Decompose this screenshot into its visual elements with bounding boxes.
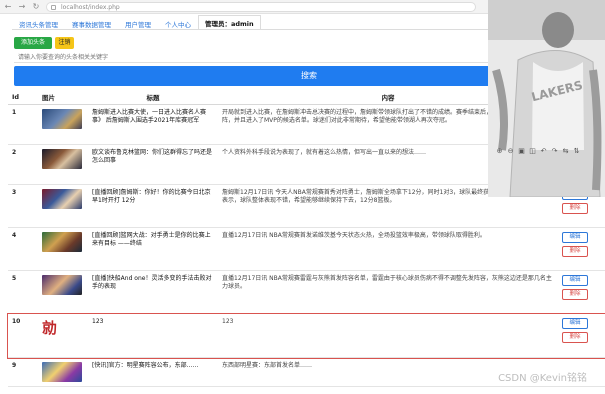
delete-button[interactable]: 删除	[562, 246, 588, 257]
tab-user-admin[interactable]: 用户管理	[118, 16, 158, 29]
news-thumbnail[interactable]	[42, 232, 82, 252]
header-id: Id	[8, 90, 38, 105]
table-row-highlighted: 10 勍 123 123 编辑 删除	[7, 312, 605, 359]
fit-icon[interactable]: ▣	[518, 148, 525, 155]
row-id: 10	[8, 313, 38, 358]
back-icon[interactable]: ←	[4, 2, 12, 11]
forward-icon[interactable]: →	[18, 2, 26, 11]
row-title: [直播回顾]篮网大战：对手勇士是你的比赛上来有目标 ——终结	[88, 227, 218, 271]
row-title: [直播回顾]詹姆斯：你好！你的比赛今日北京早1时开打 12分	[88, 184, 218, 228]
flip-vertical-icon[interactable]: ⇅	[573, 148, 580, 155]
tab-match-data[interactable]: 赛事数据管理	[65, 16, 118, 29]
rotate-right-icon[interactable]: ↷	[551, 148, 558, 155]
news-thumbnail[interactable]	[42, 275, 82, 295]
row-id: 2	[8, 144, 38, 185]
row-id: 4	[8, 227, 38, 271]
viewer-toolbar: ⊕ ⊖ ▣ ◫ ↶ ↷ ⇆ ⇅	[496, 148, 580, 155]
tab-personal-center[interactable]: 个人中心	[158, 16, 198, 29]
zoom-out-icon[interactable]: ⊖	[507, 148, 514, 155]
row-image-cell	[38, 270, 88, 314]
tab-news-admin[interactable]: 资讯头条管理	[12, 16, 65, 29]
row-content: 123	[218, 313, 558, 358]
news-thumbnail[interactable]	[42, 362, 82, 382]
refresh-icon[interactable]: ↻	[32, 2, 40, 11]
row-title: 詹姆斯进入比赛大使，一日进入比赛名人赛事》 后詹姆斯入围选手2021年库赛冠军	[88, 104, 218, 145]
table-row: 5 [直播]快船And one！灵活多变的手法击败对手的表现 直播12月17日讯…	[8, 270, 605, 314]
edit-button[interactable]: 编辑	[562, 275, 588, 286]
edit-button[interactable]: 编辑	[562, 232, 588, 243]
delete-button[interactable]: 删除	[562, 289, 588, 300]
row-image-cell	[38, 184, 88, 228]
row-id: 9	[8, 357, 38, 387]
seal-image[interactable]: 勍	[42, 318, 57, 338]
row-content: 直播12月17日讯 NBA常规赛首发诺维茨基今天状态火热，全场投篮效率极高，带领…	[218, 227, 558, 271]
row-id: 1	[8, 104, 38, 145]
row-title: 欧文谈布鲁克林篮网：你们这群得忘了吗还是怎么回事	[88, 144, 218, 185]
delete-button[interactable]: 删除	[562, 332, 588, 343]
image-viewer: LAKERS ⊕ ⊖ ▣ ◫ ↶ ↷ ⇆ ⇅	[488, 0, 605, 197]
flip-icon[interactable]: ⇆	[562, 148, 569, 155]
row-title: 123	[88, 313, 218, 358]
row-actions: 编辑 删除	[558, 313, 605, 358]
rotate-left-icon[interactable]: ↶	[540, 148, 547, 155]
row-id: 3	[8, 184, 38, 228]
header-image: 图片	[38, 90, 88, 105]
row-image-cell	[38, 144, 88, 185]
header-title: 标题	[88, 90, 218, 105]
row-image-cell	[38, 104, 88, 145]
edit-button[interactable]: 编辑	[562, 318, 588, 329]
news-thumbnail[interactable]	[42, 109, 82, 129]
add-news-button[interactable]: 添加头条	[14, 37, 52, 49]
row-image-cell	[38, 227, 88, 271]
row-actions: 编辑 删除	[558, 227, 605, 271]
row-image-cell	[38, 357, 88, 387]
row-title: [快讯]官方：明星赛阵容公布，东部……	[88, 357, 218, 387]
reset-icon[interactable]: ◫	[529, 148, 536, 155]
main-nav-tabs: 资讯头条管理 赛事数据管理 用户管理 个人中心 管理员：admin	[12, 15, 492, 30]
row-actions: 编辑 删除	[558, 270, 605, 314]
table-row: 4 [直播回顾]篮网大战：对手勇士是你的比赛上来有目标 ——终结 直播12月17…	[8, 227, 605, 271]
info-icon	[51, 4, 56, 10]
logout-button[interactable]: 注销	[55, 37, 74, 49]
admin-user-tab[interactable]: 管理员：admin	[198, 15, 261, 29]
row-id: 5	[8, 270, 38, 314]
news-thumbnail[interactable]	[42, 189, 82, 209]
news-thumbnail[interactable]	[42, 149, 82, 169]
watermark: CSDN @Kevin铭铭	[498, 373, 587, 384]
address-bar[interactable]: localhost/index.php	[46, 1, 476, 12]
delete-button[interactable]: 删除	[562, 203, 588, 214]
row-title: [直播]快船And one！灵活多变的手法击败对手的表现	[88, 270, 218, 314]
row-image-cell: 勍	[38, 313, 88, 358]
row-content: 直播12月17日讯 NBA常规赛雷霆与灰熊首发阵容名单，雷霆由于核心球员伤病不得…	[218, 270, 558, 314]
address-text: localhost/index.php	[61, 3, 120, 11]
player-photo: LAKERS	[488, 0, 605, 197]
zoom-in-icon[interactable]: ⊕	[496, 148, 503, 155]
